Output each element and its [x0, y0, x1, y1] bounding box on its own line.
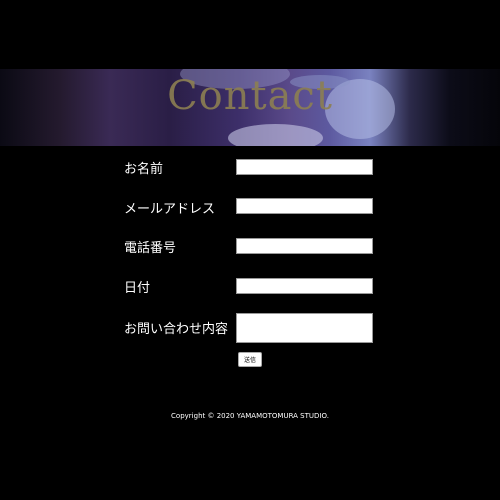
hero-banner: Contact [0, 69, 500, 146]
copyright-text: Copyright © 2020 YAMAMOTOMURA STUDIO. [171, 412, 329, 420]
phone-field[interactable] [236, 238, 373, 254]
message-label: お問い合わせ内容 [124, 322, 229, 337]
submit-button[interactable]: 送信 [238, 352, 262, 367]
name-field[interactable] [236, 159, 373, 175]
date-field[interactable] [236, 278, 373, 294]
email-field[interactable] [236, 198, 373, 214]
drum-image-highlight [228, 124, 323, 146]
message-field[interactable] [236, 313, 373, 343]
page-title: Contact [167, 73, 333, 119]
phone-label: 電話番号 [124, 241, 177, 256]
date-label: 日付 [124, 281, 151, 296]
email-label: メールアドレス [124, 202, 216, 217]
name-label: お名前 [124, 162, 164, 177]
